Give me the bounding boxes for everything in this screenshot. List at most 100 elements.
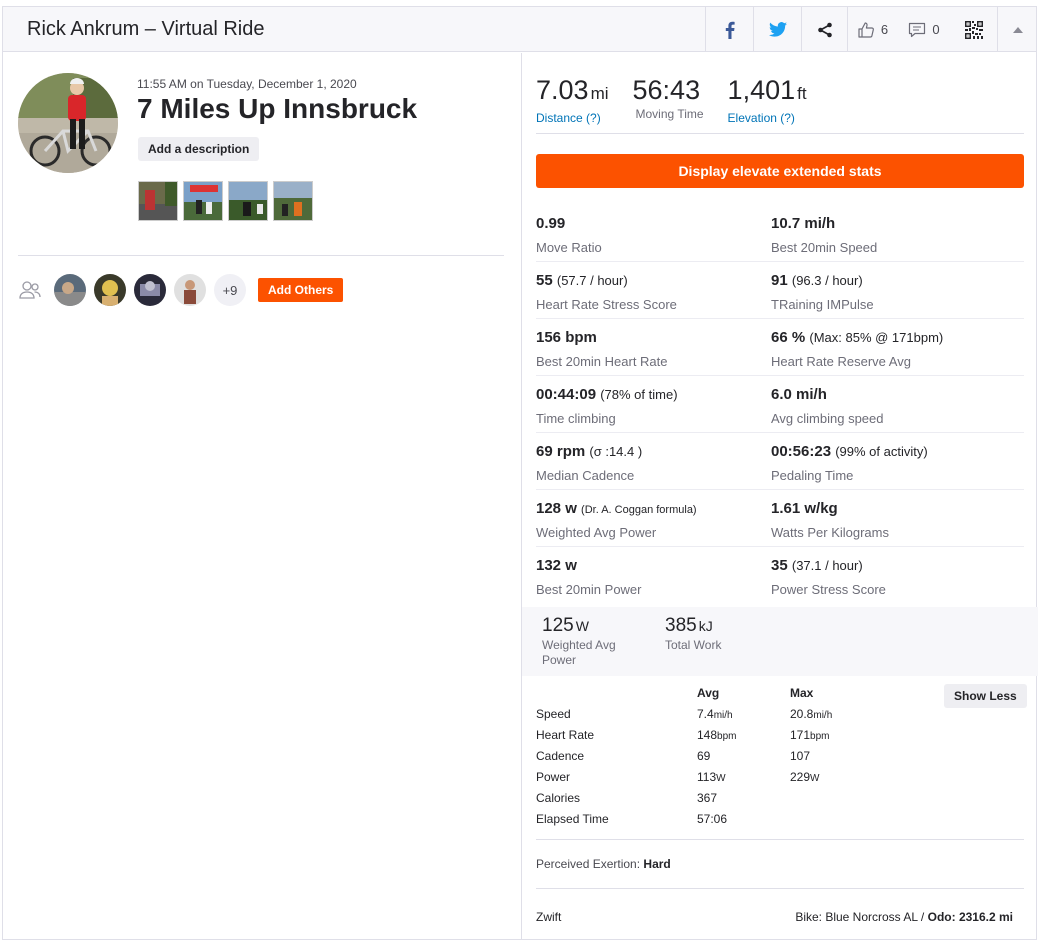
divider — [18, 255, 504, 256]
stat-name: Cadence — [536, 749, 584, 763]
extended-stat-detail: (78% of time) — [600, 387, 678, 402]
extended-stat: 1.61 w/kg Watts Per Kilograms — [771, 490, 1006, 546]
extended-stat-value: 69 rpm (σ :14.4 ) — [536, 443, 771, 460]
group-athlete-avatar[interactable] — [54, 274, 86, 306]
extended-stats-row: 69 rpm (σ :14.4 ) Median Cadence 00:56:23 … — [536, 433, 1024, 490]
stat-avg: 148bpm — [697, 728, 736, 742]
photo-thumbnail[interactable] — [273, 181, 313, 221]
extended-stats-row: 132 w Best 20min Power 35 (37.1 / hour) Pow… — [536, 547, 1024, 604]
group-athlete-avatar[interactable] — [134, 274, 166, 306]
activity-name: 7 Miles Up Innsbruck — [137, 93, 418, 124]
stat-name-value: Heart Rate — [536, 728, 595, 742]
distance-label[interactable]: Distance (?) — [536, 111, 609, 125]
twitter-share-button[interactable] — [753, 7, 801, 52]
extended-stat-value: 132 w — [536, 557, 771, 574]
photo-thumbnail[interactable] — [138, 181, 178, 221]
divider — [536, 133, 1024, 134]
facebook-share-button[interactable] — [705, 7, 753, 52]
extended-stat: 10.7 mi/h Best 20min Speed — [771, 205, 1006, 261]
group-icon — [18, 278, 42, 302]
stat-max-value: 171 — [790, 728, 811, 742]
divider — [536, 888, 1024, 889]
extended-stat-main: 35 — [771, 557, 788, 574]
stat-name: Power — [536, 770, 570, 784]
qr-code-icon — [965, 20, 983, 39]
total-work-label: Total Work — [665, 638, 722, 652]
extended-stat: 6.0 mi/h Avg climbing speed — [771, 376, 1006, 432]
inline-stats: 7.03 mi Distance (?) 56:43 Moving Time 1,… — [536, 75, 831, 125]
qr-code-button[interactable] — [951, 7, 997, 52]
share-button[interactable] — [801, 7, 847, 52]
extended-stat-detail: (57.7 / hour) — [556, 273, 628, 288]
distance-unit: mi — [590, 84, 609, 103]
extended-stat-label: Power Stress Score — [771, 582, 886, 597]
stat-max: 229W — [790, 770, 819, 784]
extended-stat-detail: (Max: 85% @ 171bpm) — [809, 330, 944, 345]
athlete-avatar[interactable] — [18, 73, 118, 173]
extended-stat-value: 00:44:09 (78% of time) — [536, 386, 771, 403]
stat-avg-value: 57:06 — [697, 812, 728, 826]
extended-stat-detail: (96.3 / hour) — [791, 273, 863, 288]
extended-stat-value: 1.61 w/kg — [771, 500, 1006, 517]
extended-stat-main: 00:56:23 — [771, 443, 832, 460]
extended-stat-label: Heart Rate Stress Score — [536, 297, 677, 312]
more-athletes-badge[interactable]: +9 — [214, 274, 246, 306]
stat-avg-value: 7.4 — [697, 707, 714, 721]
extended-stats-row: 0.99 Move Ratio 10.7 mi/h Best 20min Speed — [536, 205, 1024, 262]
extended-stat-label: Avg climbing speed — [771, 411, 884, 426]
extended-stat-main: 0.99 — [536, 215, 566, 232]
extended-stat-main: 00:44:09 — [536, 386, 597, 403]
photo-thumbnail[interactable] — [183, 181, 223, 221]
extended-stat-label: Best 20min Heart Rate — [536, 354, 668, 369]
distance-value: 7.03 — [536, 75, 589, 105]
activity-panel: Rick Ankrum – Virtual Ride 6 0 11:55 AM … — [2, 6, 1038, 940]
group-athlete-avatar[interactable] — [174, 274, 206, 306]
comments-button[interactable]: 0 — [897, 7, 951, 52]
group-athlete-avatar[interactable] — [94, 274, 126, 306]
comment-icon — [908, 22, 926, 38]
extended-stats-row: 128 w (Dr. A. Coggan formula) Weighted Av… — [536, 490, 1024, 547]
stat-avg-unit: W — [716, 773, 726, 784]
add-others-button[interactable]: Add Others — [258, 278, 344, 302]
extended-stat-label: Heart Rate Reserve Avg — [771, 354, 911, 369]
max-column-header: Max — [790, 686, 814, 700]
stat-avg: 367 — [697, 791, 717, 805]
elevate-extended-stats-button[interactable]: Display elevate extended stats — [536, 154, 1024, 188]
photo-thumbnail[interactable] — [228, 181, 268, 221]
extended-stat-detail: (σ :14.4 ) — [589, 444, 643, 459]
elevation-label[interactable]: Elevation (?) — [728, 111, 807, 125]
stat-avg: 57:06 — [697, 812, 727, 826]
stat-max-value: 20.8 — [790, 707, 814, 721]
show-less-button[interactable]: Show Less — [944, 684, 1027, 708]
extended-stat: 132 w Best 20min Power — [536, 547, 771, 604]
extended-stat-detail: (37.1 / hour) — [791, 558, 863, 573]
extended-stat: 128 w (Dr. A. Coggan formula) Weighted Av… — [536, 490, 771, 546]
stat-moving-time: 56:43 Moving Time — [633, 75, 704, 125]
elevation-unit: ft — [797, 84, 807, 103]
stat-avg-value: 367 — [697, 791, 718, 805]
add-description-button[interactable]: Add a description — [138, 137, 260, 161]
stat-distance: 7.03 mi Distance (?) — [536, 75, 609, 125]
collapse-button[interactable] — [997, 7, 1037, 52]
stat-max: 20.8mi/h — [790, 707, 832, 721]
avg-column-header: Avg — [697, 686, 720, 700]
extended-stat-detail: (Dr. A. Coggan formula) — [581, 504, 697, 516]
stat-avg: 113W — [697, 770, 726, 784]
kudos-count: 6 — [880, 22, 889, 37]
extended-stat-value: 156 bpm — [536, 329, 771, 346]
extended-stat-value: 0.99 — [536, 215, 771, 232]
extended-stat-main: 156 bpm — [536, 329, 597, 346]
extended-stats-row: 55 (57.7 / hour) Heart Rate Stress Score 9… — [536, 262, 1024, 319]
kudos-button[interactable]: 6 — [847, 7, 897, 52]
stat-name-value: Speed — [536, 707, 571, 721]
table-row: Calories 367 — [536, 791, 1024, 812]
extended-stat: 91 (96.3 / hour) TRaining IMPulse — [771, 262, 1006, 318]
extended-stat-value: 6.0 mi/h — [771, 386, 1006, 403]
stat-name: Elapsed Time — [536, 812, 609, 826]
total-work-value: 385 — [665, 615, 697, 636]
extended-stat-value: 00:56:23 (99% of activity) — [771, 443, 1006, 460]
activity-stats: 7.03 mi Distance (?) 56:43 Moving Time 1,… — [521, 53, 1038, 940]
extended-stat: 35 (37.1 / hour) Power Stress Score — [771, 547, 1006, 604]
extended-stat: 0.99 Move Ratio — [536, 205, 771, 261]
bike-label[interactable]: Bike: Blue Norcross AL / — [795, 910, 924, 924]
